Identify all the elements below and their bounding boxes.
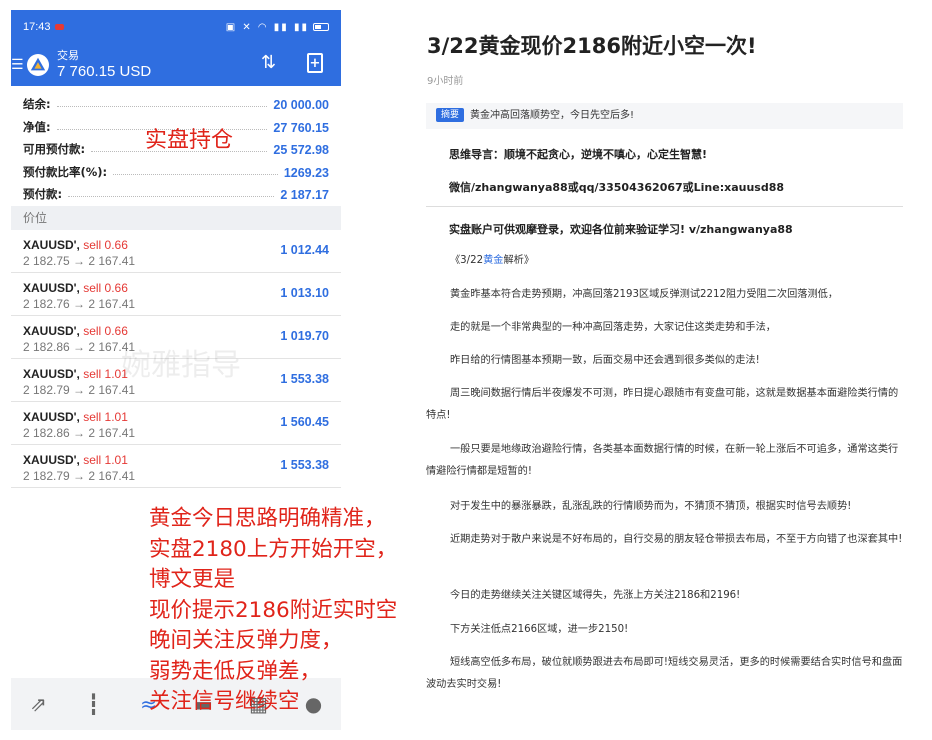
position-row[interactable]: XAUUSD', sell 1.01 2 182.86 → 2 167.41 1… (11, 402, 341, 445)
article-contact: 微信/zhangwanya88或qq/3350436206​7或Line:xau… (449, 181, 785, 194)
article-paragraph: 对于发生中的暴涨暴跌，乱涨乱跌的行情顺势而为，不猜顶不猜顶，根据实时信号去顺势! (426, 496, 904, 518)
article-summary: 摘要 黄金冲高回落顺势空，今日先空后多! (426, 103, 903, 129)
balance-display: 7 760.15 USD (57, 63, 152, 80)
article-paragraph: 下方关注低点2166区域，进一步2150! (426, 619, 904, 641)
annotation-line: 现价提示2186附近实时空 (149, 597, 398, 623)
account-value: 2 187.17 (280, 187, 329, 202)
account-label: 可用预付款: (23, 142, 86, 157)
new-order-icon[interactable]: + (307, 53, 323, 73)
paragraph-text: 短线高空低多布局，破位就顺势跟进去布局即可!短线交易灵活，更多的时候需要结合实时… (426, 657, 903, 690)
watermark-text: 婉雅指导 (121, 348, 241, 383)
sort-icon[interactable]: ⇅ (261, 52, 276, 73)
red-annotation: 黄金今日思路明确精准， 实盘2180上方开始开空， 博文更是 现价提示2186附… (149, 504, 397, 718)
paragraph-text: 黄金昨基本符合走势预期，冲高回落2193区域反弹测试2212阻力受阻二次回落测低… (450, 289, 839, 300)
live-account-note: 实盘账户可供观摩登录，欢迎各位前来验证学习! v/zhangwanya88 (449, 223, 793, 236)
section-header: 价位 (11, 205, 341, 230)
annotation-line: 晚间关注反弹力度， (149, 628, 343, 653)
position-side: sell 1.01 (79, 409, 128, 424)
dotted-leader (113, 173, 278, 175)
article-paragraph: 今日的走势继续关注关键区域得失，先涨上方关注2186和2196! (426, 585, 904, 607)
position-symbol: XAUUSD', (23, 280, 80, 295)
paragraph-text: 昨日给的行情图基本预期一致，后面交易中还会遇到很多类似的走法! (450, 355, 760, 366)
paragraph-text: 下方关注低点2166区域，进一步2150! (450, 624, 629, 635)
paragraph-text: 走的就是一个非常典型的一种冲高回落走势，大家记住这类走势和手法， (450, 322, 776, 333)
dotted-leader (56, 106, 268, 108)
paragraph-text: 今日的走势继续关注关键区域得失，先涨上方关注2186和2196! (450, 590, 741, 601)
article: 3/22黄金现价2186附近小空一次! 9小时前 摘要 黄金冲高回落顺势空，今日先… (425, 0, 910, 740)
position-symbol: XAUUSD', (23, 452, 80, 467)
position-symbol: XAUUSD', (23, 323, 80, 338)
app-bar: ☰ 交易 7 760.15 USD ⇅ + (11, 44, 341, 86)
paragraph-text: 对于发生中的暴涨暴跌，乱涨乱跌的行情顺势而为，不猜顶不猜顶，根据实时信号去顺势! (450, 501, 852, 512)
chart-icon[interactable]: ┇ (79, 689, 109, 719)
position-side: sell 1.01 (79, 452, 128, 467)
position-side: sell 0.66 (79, 323, 128, 338)
position-side: sell 0.66 (79, 280, 128, 295)
real-account-label: 实盘持仓 (145, 128, 234, 153)
status-time: 17:43 (23, 21, 51, 33)
position-profit: 1 019.70 (280, 328, 329, 343)
article-time: 9小时前 (427, 76, 464, 87)
dotted-leader (68, 195, 275, 197)
summary-tag: 摘要 (436, 108, 465, 122)
account-label: 预付款比率(%): (23, 164, 108, 179)
account-label: 净值: (23, 119, 51, 134)
article-paragraph: 走的就是一个非常典型的一种冲高回落走势，大家记住这类走势和手法， (426, 317, 904, 339)
status-bar: 17:43 ▣ ✕ ◠ ▮▮ ▮▮ (11, 10, 341, 44)
paragraph-text: 周三晚间数据行情后半夜爆发不可测，昨日提心跟随市有变盘可能，这就是数据基本面避险… (426, 388, 899, 421)
account-label: 结余: (23, 97, 51, 112)
position-symbol: XAUUSD', (23, 409, 80, 424)
position-symbol: XAUUSD', (23, 237, 80, 252)
analysis-prefix: 《3/22 (450, 255, 484, 266)
account-value: 20 000.00 (273, 98, 329, 113)
position-profit: 1 560.45 (280, 414, 329, 429)
article-motto: 思维导言：顺境不起贪心，逆境不嗔心，心定生智慧! (449, 148, 708, 161)
annotation-line: 弱势走低反弹差， (149, 658, 322, 684)
quotes-icon[interactable]: ⇗ (24, 689, 54, 719)
status-icons: ▣ ✕ ◠ ▮▮ ▮▮ (226, 22, 329, 33)
article-paragraph: 一般只要是地缘政治避险行情，各类基本面数据行情的时候，在新一轮上涨后不可追多，通… (426, 439, 904, 483)
divider (426, 206, 903, 207)
position-profit: 1 012.44 (280, 242, 329, 257)
position-symbol: XAUUSD', (23, 366, 80, 381)
battery-icon (313, 22, 329, 31)
account-row: 预付款: 2 187.17 (23, 180, 329, 202)
recording-icon (54, 24, 64, 30)
app-logo (27, 54, 49, 76)
annotation-line: 关注信号继续空 (149, 689, 300, 714)
summary-text: 黄金冲高回落顺势空，今日先空后多! (470, 110, 635, 121)
annotation-line: 博文更是 (149, 567, 236, 592)
article-paragraph: 近期走势对于散户来说是不好布局的，自行交易的朋友轻仓带损去布局，不至于方向错了也… (426, 529, 904, 551)
position-row[interactable]: XAUUSD', sell 0.66 2 182.75 → 2 167.41 1… (11, 230, 341, 273)
article-paragraph: 短线高空低多布局，破位就顺势跟进去布局即可!短线交易灵活，更多的时候需要结合实时… (426, 652, 904, 696)
account-value: 1269.23 (283, 165, 329, 180)
menu-icon[interactable]: ☰ (11, 57, 25, 73)
article-title: 3/22黄金现价2186附近小空一次! (427, 34, 757, 58)
paragraph-text: 近期走势对于散户来说是不好布局的，自行交易的朋友轻仓带损去布局，不至于方向错了也… (450, 534, 903, 545)
position-row[interactable]: XAUUSD', sell 1.01 2 182.79 → 2 167.41 1… (11, 445, 341, 488)
account-row: 预付款比率(%): 1269.23 (23, 157, 329, 180)
app-title: 交易 (57, 49, 79, 62)
annotation-line: 实盘2180上方开始开空， (149, 536, 398, 562)
article-paragraph: 昨日给的行情图基本预期一致，后面交易中还会遇到很多类似的走法! (426, 350, 904, 372)
app-titles: 交易 7 760.15 USD (57, 49, 151, 81)
account-value: 25 572.98 (273, 143, 329, 158)
position-profit: 1 553.38 (280, 371, 329, 386)
article-paragraph: 黄金昨基本符合走势预期，冲高回落2193区域反弹测试2212阻力受阻二次回落测低… (426, 284, 904, 306)
position-row[interactable]: XAUUSD', sell 0.66 2 182.76 → 2 167.41 1… (11, 273, 341, 316)
gold-link[interactable]: 黄金 (483, 255, 503, 266)
position-profit: 1 013.10 (280, 285, 329, 300)
account-label: 预付款: (23, 186, 63, 201)
annotation-line: 黄金今日思路明确精准， (149, 506, 386, 531)
position-side: sell 0.66 (79, 237, 128, 252)
analysis-heading: 《3/22黄金解析》 (426, 250, 904, 272)
article-paragraph: 周三晚间数据行情后半夜爆发不可测，昨日提心跟随市有变盘可能，这就是数据基本面避险… (426, 383, 904, 427)
account-row: 结余: 20 000.00 (23, 90, 329, 112)
analysis-suffix: 解析》 (503, 255, 535, 266)
position-profit: 1 553.38 (280, 457, 329, 472)
paragraph-text: 一般只要是地缘政治避险行情，各类基本面数据行情的时候，在新一轮上涨后不可追多，通… (426, 444, 899, 477)
account-value: 27 760.15 (273, 120, 329, 135)
